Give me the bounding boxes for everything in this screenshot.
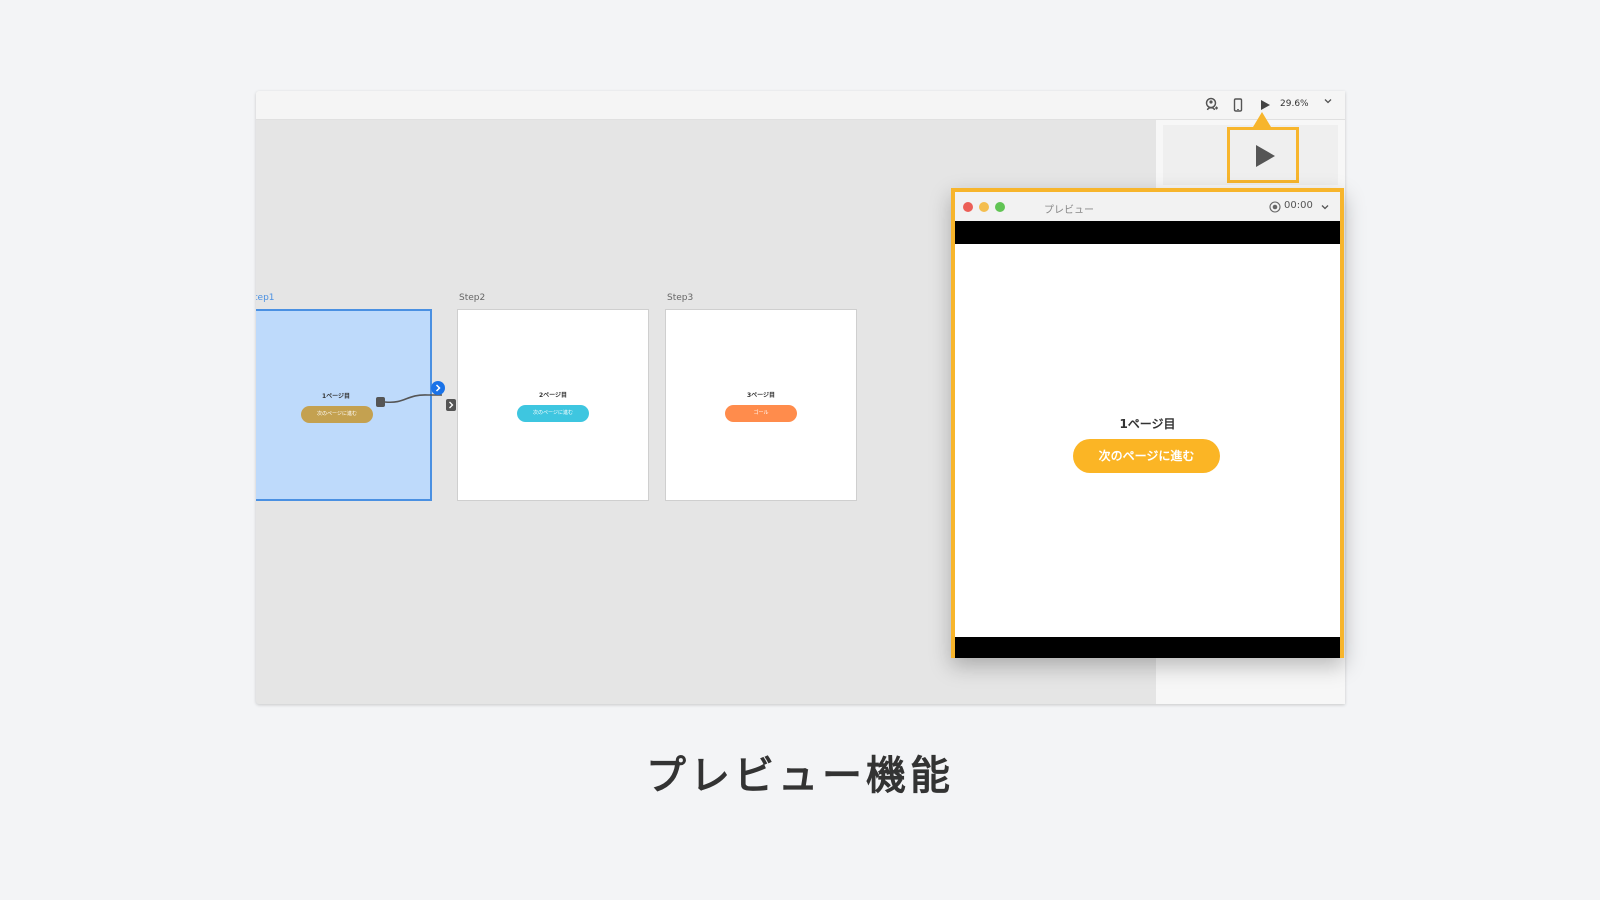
artboard-title: 2ページ目 <box>538 392 568 399</box>
toolbar: 29.6% <box>256 91 1345 120</box>
artboard-title: 3ページ目 <box>746 392 776 399</box>
minimize-window-button[interactable] <box>979 202 989 212</box>
wire-arrow-icon <box>446 399 456 411</box>
artboard-label-step3[interactable]: Step3 <box>667 293 693 303</box>
record-icon[interactable] <box>1269 201 1281 213</box>
record-timer: 00:00 <box>1284 200 1313 211</box>
artboard-button[interactable]: 次のページに進む <box>517 405 589 422</box>
user-share-icon[interactable] <box>1203 97 1219 113</box>
preview-next-button[interactable]: 次のページに進む <box>1073 439 1220 473</box>
callout-pointer <box>1253 112 1271 127</box>
artboard-step3[interactable]: 3ページ目 ゴール <box>665 309 857 501</box>
interaction-handle-icon[interactable] <box>431 381 445 395</box>
preview-top-bar <box>955 221 1340 244</box>
preview-window-title: プレビュー <box>1044 205 1094 216</box>
play-icon[interactable] <box>1257 97 1273 113</box>
maximize-window-button[interactable] <box>995 202 1005 212</box>
device-icon[interactable] <box>1230 97 1246 113</box>
artboard-button[interactable]: ゴール <box>725 405 797 422</box>
highlighted-play-button[interactable] <box>1227 127 1299 183</box>
artboard-button[interactable]: 次のページに進む <box>301 406 373 423</box>
artboard-label-step2[interactable]: Step2 <box>459 293 485 303</box>
artboard-label-step1[interactable]: tep1 <box>256 293 275 303</box>
play-icon <box>1256 145 1275 167</box>
preview-titlebar: プレビュー 00:00 <box>955 192 1340 221</box>
chevron-down-icon[interactable] <box>1322 95 1334 107</box>
artboard-step2[interactable]: 2ページ目 次のページに進む <box>457 309 649 501</box>
preview-window: プレビュー 00:00 1ページ目 次のページに進む <box>951 188 1344 658</box>
close-window-button[interactable] <box>963 202 973 212</box>
prototype-wire <box>376 394 442 407</box>
zoom-level[interactable]: 29.6% <box>1280 99 1309 109</box>
preview-bottom-bar <box>955 637 1340 658</box>
chevron-down-icon[interactable] <box>1320 202 1330 212</box>
preview-heading: 1ページ目 <box>1119 417 1176 431</box>
caption: プレビュー機能 <box>646 753 954 799</box>
